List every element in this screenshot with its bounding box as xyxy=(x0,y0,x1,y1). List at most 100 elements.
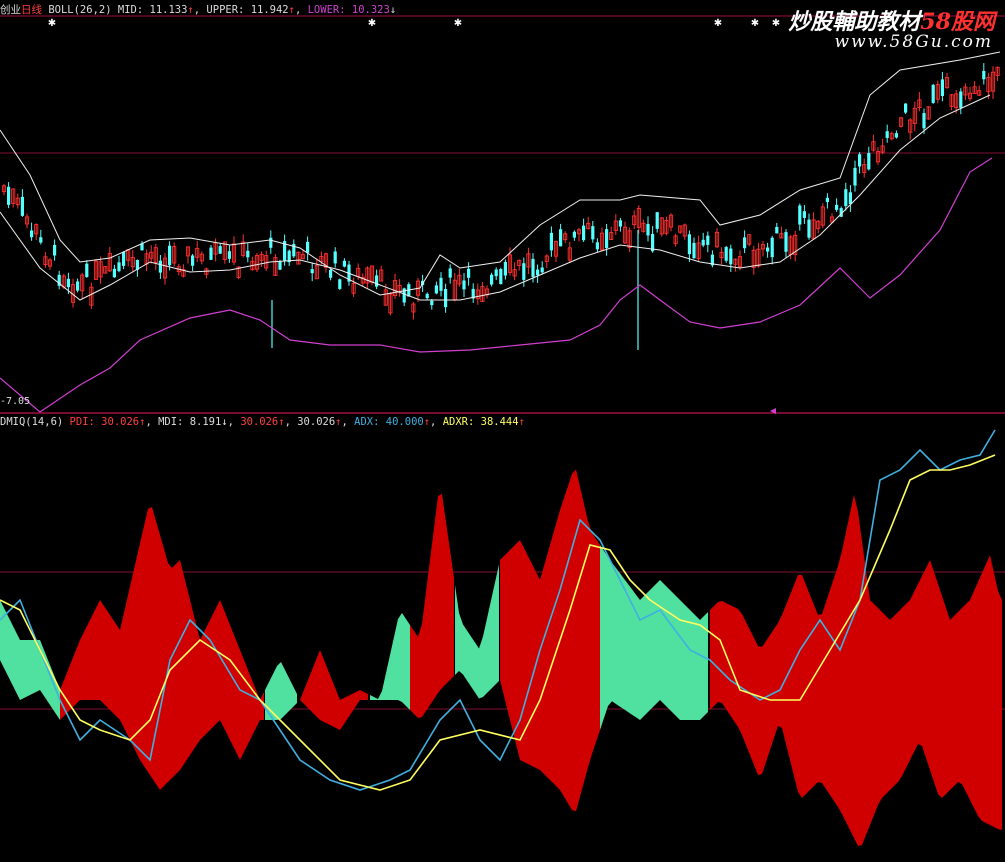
candle-body xyxy=(687,234,691,255)
candle-body xyxy=(835,204,839,210)
candle-body xyxy=(655,212,659,229)
candle-body xyxy=(430,300,434,306)
candle-body xyxy=(76,281,80,291)
candle-body xyxy=(448,268,452,278)
value-3: 30.026 xyxy=(240,416,279,428)
candle-body xyxy=(559,229,563,247)
candle-body xyxy=(784,232,788,252)
candle-body xyxy=(522,263,526,280)
candle-body xyxy=(825,197,829,203)
candle-body xyxy=(30,230,34,238)
pdi-area xyxy=(500,469,600,812)
mdi-area xyxy=(455,564,499,699)
candle-body xyxy=(39,237,43,243)
bollinger-bands xyxy=(0,51,1001,413)
candle-body xyxy=(425,293,429,299)
candle-body xyxy=(853,167,857,186)
adxr-arrow-icon: ↑ xyxy=(518,416,525,428)
chart-canvas[interactable]: ✱ ✱ ✱ ✱ ✱ ✱ xyxy=(0,0,1005,862)
value-4: 30.026 xyxy=(297,416,336,428)
candle-body xyxy=(122,251,126,266)
pdi-value: 30.026 xyxy=(101,416,140,428)
candle-body xyxy=(333,251,337,264)
candle-body xyxy=(53,244,57,256)
candle-body xyxy=(342,260,346,267)
candle-body xyxy=(549,232,553,251)
mdi-value: 8.191 xyxy=(189,416,222,428)
candle-body xyxy=(227,251,231,259)
lower-value: 10.323 xyxy=(351,4,390,16)
mid-value: 11.133 xyxy=(149,4,188,16)
candle-body xyxy=(940,79,944,97)
candlestick-series xyxy=(1,63,1000,350)
pdi-area xyxy=(300,650,368,730)
pdi-area xyxy=(410,494,454,718)
candle-body xyxy=(269,237,273,248)
candle-body xyxy=(959,91,963,108)
pdi-label: PDI: xyxy=(69,416,95,428)
candle-body xyxy=(922,113,926,129)
adxr-value: 38.444 xyxy=(480,416,519,428)
mdi-area xyxy=(0,600,60,720)
candle-body xyxy=(117,262,121,272)
candle-body xyxy=(467,268,471,278)
upper-value: 11.942 xyxy=(250,4,289,16)
candle-body xyxy=(7,186,11,205)
mdi-label: MDI: xyxy=(158,416,184,428)
candle-body xyxy=(848,192,852,205)
candle-body xyxy=(692,242,696,259)
candle-body xyxy=(85,263,89,278)
signal-markers: ✱ ✱ ✱ ✱ ✱ ✱ xyxy=(48,18,780,414)
candle-body xyxy=(701,239,705,246)
boll-indicator-name[interactable]: BOLL(26,2) xyxy=(48,4,111,16)
upper-label: UPPER: xyxy=(206,4,245,16)
pdi-area xyxy=(60,543,140,760)
candle-body xyxy=(434,285,438,294)
candle-body xyxy=(802,211,806,218)
boll-lower-line xyxy=(0,157,993,413)
candle-body xyxy=(503,262,507,276)
candle-body xyxy=(591,226,595,240)
candle-body xyxy=(439,277,443,291)
candle-body xyxy=(20,196,24,216)
pdi-area xyxy=(140,507,264,790)
candle-body xyxy=(375,275,379,287)
candle-body xyxy=(618,220,622,227)
candle-body xyxy=(310,269,314,274)
watermark-url: www.58Gu.com xyxy=(834,32,993,52)
candle-body xyxy=(844,189,848,207)
candle-body xyxy=(706,235,710,245)
candle-body xyxy=(168,245,172,266)
candle-body xyxy=(867,152,871,170)
candle-body xyxy=(246,250,250,258)
candle-body xyxy=(894,133,898,138)
candle-body xyxy=(531,258,535,277)
mdi-area xyxy=(265,662,297,720)
candle-body xyxy=(494,269,498,277)
candle-body xyxy=(904,103,908,113)
candle-body xyxy=(595,242,599,250)
candle-body xyxy=(729,248,733,265)
candle-body xyxy=(646,223,650,236)
adx-value: 40.000 xyxy=(385,416,424,428)
candle-body xyxy=(540,267,544,273)
boll-indicator-header: 创业日线 BOLL(26,2) MID: 11.133↑, UPPER: 11.… xyxy=(0,4,397,16)
candle-body xyxy=(931,84,935,103)
candle-body xyxy=(278,261,282,270)
dmi-indicator-name[interactable]: DMIQ(14,6) xyxy=(0,416,63,428)
candle-body xyxy=(444,289,448,308)
candle-body xyxy=(982,70,986,80)
candle-body xyxy=(743,237,747,249)
candle-body xyxy=(490,274,494,285)
period-label: 日线 xyxy=(21,4,42,16)
signal-star-icon: ✱ xyxy=(368,18,376,29)
candle-body xyxy=(807,219,811,238)
adx-label: ADX: xyxy=(354,416,380,428)
candle-body xyxy=(885,131,889,138)
candle-body xyxy=(766,247,770,252)
adxr-label: ADXR: xyxy=(442,416,475,428)
signal-star-icon: ✱ xyxy=(772,18,780,29)
candle-body xyxy=(209,247,213,260)
signal-star-icon: ✱ xyxy=(714,18,722,29)
candle-body xyxy=(329,269,333,278)
